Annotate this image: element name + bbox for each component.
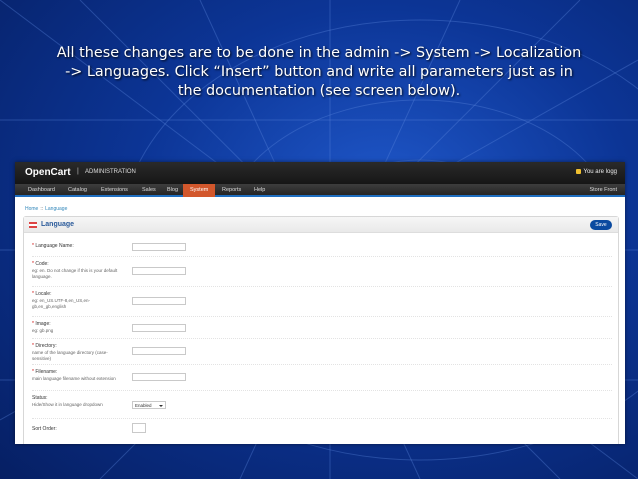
help-image: eg: gb.png [32, 328, 54, 333]
language-name-input[interactable] [132, 243, 186, 251]
caption-line-2: -> Languages. Click “Insert” button and … [65, 64, 573, 80]
row-status: Status: Hide/Show it in language dropdown… [32, 395, 612, 419]
breadcrumb-current[interactable]: Language [45, 206, 67, 212]
row-code: * Code: eg: en. Do not change if this is … [32, 261, 612, 287]
menu-catalog[interactable]: Catalog [61, 184, 94, 197]
label-image: * Image: eg: gb.png [32, 321, 122, 334]
slide-caption: All these changes are to be done in the … [20, 44, 618, 101]
opencart-screenshot: OpenCart | ADMINISTRATION You are logg D… [15, 162, 625, 444]
label-status: Status: Hide/Show it in language dropdown [32, 395, 122, 408]
opencart-logo: OpenCart [25, 167, 71, 178]
status-select[interactable]: Enabled [132, 401, 166, 409]
administration-label: ADMINISTRATION [85, 169, 136, 175]
menu-extensions[interactable]: Extensions [94, 184, 135, 197]
lock-icon [575, 169, 581, 174]
breadcrumb-home[interactable]: Home [25, 206, 38, 212]
menu-blog[interactable]: Blog [160, 184, 185, 197]
locale-input[interactable] [132, 297, 186, 305]
label-code: * Code: eg: en. Do not change if this is … [32, 261, 122, 280]
save-button[interactable]: Save [590, 220, 612, 230]
logo-separator: | [77, 168, 79, 175]
logged-in-user[interactable]: You are logg [575, 169, 617, 176]
help-filename: main language filename without extension [32, 376, 116, 381]
breadcrumb-separator: :: [40, 206, 44, 212]
admin-header: OpenCart | ADMINISTRATION You are logg [15, 162, 625, 184]
help-status: Hide/Show it in language dropdown [32, 402, 103, 407]
panel-title: Language [41, 221, 75, 228]
main-menu: Dashboard Catalog Extensions Sales Blog … [15, 184, 625, 197]
chevron-down-icon [159, 405, 163, 407]
label-sort-order: Sort Order: [32, 426, 57, 432]
label-filename: * Filename: main language filename withou… [32, 369, 122, 382]
user-label: You are logg [583, 169, 617, 176]
store-front-link[interactable]: Store Front [589, 184, 617, 197]
menu-dashboard[interactable]: Dashboard [21, 184, 62, 197]
help-locale: eg: en_US.UTF-8,en_US,en-gb,en_gb,englis… [32, 298, 91, 309]
directory-input[interactable] [132, 347, 186, 355]
label-locale: * Locale: eg: en_US.UTF-8,en_US,en-gb,en_… [32, 291, 122, 310]
row-image: * Image: eg: gb.png [32, 321, 612, 339]
row-filename: * Filename: main language filename withou… [32, 369, 612, 391]
menu-sales[interactable]: Sales [135, 184, 163, 197]
panel-header: Language Save [24, 217, 618, 233]
menu-system[interactable]: System [183, 184, 216, 197]
filename-input[interactable] [132, 373, 186, 381]
help-code: eg: en. Do not change if this is your de… [32, 268, 118, 279]
row-locale: * Locale: eg: en_US.UTF-8,en_US,en-gb,en_… [32, 291, 612, 317]
language-flag-icon [29, 222, 37, 228]
row-language-name: * Language Name: [32, 243, 612, 257]
sort-order-input[interactable] [132, 423, 146, 433]
row-directory: * Directory: name of the language directo… [32, 343, 612, 365]
menu-help[interactable]: Help [247, 184, 272, 197]
menu-reports[interactable]: Reports [215, 184, 248, 197]
caption-line-3: the documentation (see screen below). [177, 83, 461, 99]
caption-line-1: All these changes are to be done in the … [56, 45, 582, 61]
code-input[interactable] [132, 267, 186, 275]
help-directory: name of the language directory (case-sen… [32, 350, 108, 361]
language-panel: Language Save * Language Name: * Code: eg… [23, 216, 619, 444]
image-input[interactable] [132, 324, 186, 332]
label-language-name: * Language Name: [32, 243, 74, 249]
row-sort-order: Sort Order: [32, 423, 612, 439]
breadcrumb: Home:: Language [25, 206, 67, 212]
label-directory: * Directory: name of the language directo… [32, 343, 122, 362]
